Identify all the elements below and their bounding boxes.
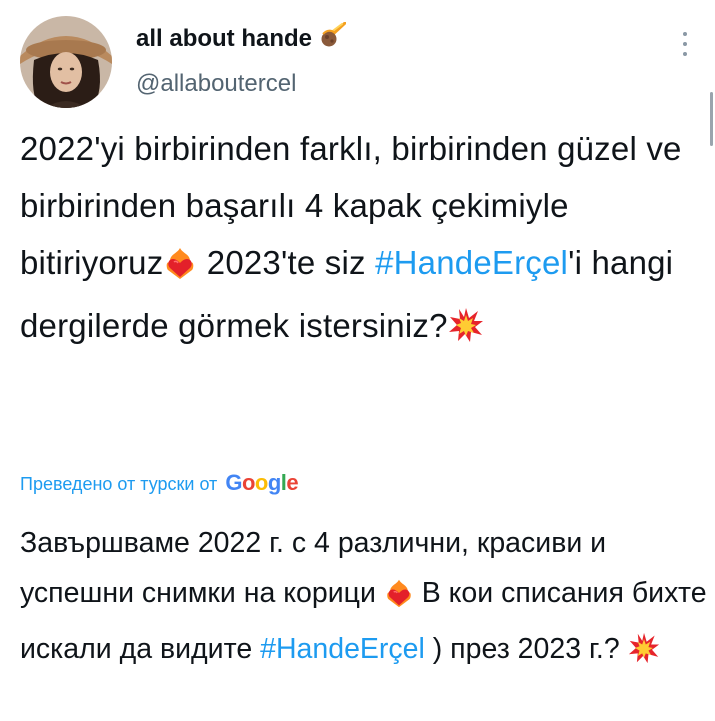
heart-on-fire-emoji-icon <box>163 240 197 297</box>
tweet-text: 2022'yi birbirinden farklı, birbirinden … <box>20 120 690 360</box>
display-name[interactable]: all about hande <box>136 25 312 53</box>
google-logo: Google <box>225 470 298 496</box>
author-name-row[interactable]: all about hande <box>136 21 347 55</box>
google-logo-letter: o <box>254 470 268 495</box>
collision-emoji-icon <box>628 630 660 680</box>
google-logo-letter: o <box>241 470 255 495</box>
tweet-text-part: 2023'te siz <box>197 244 376 281</box>
translated-text-part: ) през 2023 г.? <box>424 633 628 665</box>
google-logo-letter: e <box>286 470 299 495</box>
hashtag-link[interactable]: #HandeErçel <box>260 633 425 665</box>
heart-on-fire-emoji-icon <box>384 574 414 624</box>
author-handle[interactable]: @allaboutercel <box>136 70 296 98</box>
more-options-icon[interactable] <box>678 32 692 56</box>
scrollbar[interactable] <box>710 92 713 146</box>
avatar-image <box>20 16 112 108</box>
translated-by-link[interactable]: Преведено от турски от Google <box>20 470 299 496</box>
comet-emoji-icon <box>320 21 347 55</box>
avatar[interactable] <box>20 16 112 108</box>
translated-text: Завършваме 2022 г. с 4 различни, красиви… <box>20 518 710 680</box>
google-logo-letter: g <box>267 470 281 495</box>
hashtag-link[interactable]: #HandeErçel <box>375 244 568 281</box>
translated-by-label: Преведено от турски от <box>20 474 218 494</box>
google-logo-letter: G <box>225 470 242 495</box>
collision-emoji-icon <box>448 303 484 360</box>
